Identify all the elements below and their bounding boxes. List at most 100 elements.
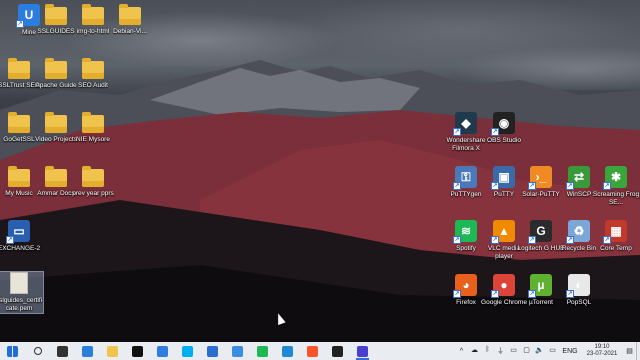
desktop-icon-obs[interactable]: ◉ ↗ OBS Studio bbox=[480, 112, 528, 145]
desktop-icon-label: SEO Audit bbox=[78, 82, 108, 89]
usb-icon[interactable]: ⏚ bbox=[494, 346, 507, 356]
taskbar-file-explorer[interactable] bbox=[100, 342, 125, 360]
taskbar-remote-desktop[interactable] bbox=[200, 342, 225, 360]
taskbar-notion[interactable] bbox=[125, 342, 150, 360]
ide-icon bbox=[357, 345, 368, 357]
taskbar-vscode[interactable] bbox=[275, 342, 300, 360]
desktop-icon-nie-mysore[interactable]: NIE Mysore bbox=[69, 112, 117, 144]
taskbar-github[interactable] bbox=[325, 342, 350, 360]
shortcut-arrow-icon: ↗ bbox=[603, 236, 611, 244]
notion-icon bbox=[132, 345, 143, 357]
taskbar-photos[interactable] bbox=[225, 342, 250, 360]
desktop-icon-label: Recycle Bin bbox=[561, 245, 597, 252]
desktop-icon-label: Core Temp bbox=[600, 245, 632, 252]
tray-overflow-chevron[interactable]: ^ bbox=[455, 348, 468, 355]
desktop-icon-label: My Music bbox=[5, 190, 33, 197]
core-temp-icon: ▦ ↗ bbox=[603, 220, 627, 244]
taskbar-explorer-photos[interactable] bbox=[75, 342, 100, 360]
vlc-icon: ▲ ↗ bbox=[491, 220, 515, 244]
shortcut-arrow-icon: ↗ bbox=[491, 236, 499, 244]
desktop-icon-label: sslguides_certificate.pem bbox=[0, 297, 43, 312]
folder-icon bbox=[82, 4, 104, 25]
folder-icon bbox=[107, 345, 118, 357]
utorrent-icon: µ ↗ bbox=[528, 274, 552, 298]
shortcut-arrow-icon: ↗ bbox=[453, 182, 461, 190]
github-icon bbox=[332, 345, 343, 357]
taskbar-skype[interactable] bbox=[175, 342, 200, 360]
putty-icon: ▣ ↗ bbox=[491, 166, 515, 190]
clock[interactable]: 19:10 23-07-2021 bbox=[581, 344, 623, 359]
obs-icon: ◉ ↗ bbox=[491, 112, 515, 136]
desktop-icon-screaming-frog[interactable]: ✱ ↗ Screaming Frog SE... bbox=[592, 166, 640, 207]
shortcut-arrow-icon: ↗ bbox=[603, 182, 611, 190]
taskbar-search[interactable] bbox=[25, 342, 50, 360]
exchange-2-icon: ▭ ↗ bbox=[6, 220, 30, 244]
desktop-icon-prev-year-pprs[interactable]: prev year pprs bbox=[69, 166, 117, 198]
skype-icon bbox=[182, 345, 193, 357]
shortcut-arrow-icon: ↗ bbox=[6, 236, 14, 244]
certificate-file-icon bbox=[10, 272, 28, 294]
input-language[interactable]: ENG bbox=[559, 348, 581, 355]
taskbar-brave[interactable] bbox=[300, 342, 325, 360]
desktop-icon-exchange-2[interactable]: ▭ ↗ EXCHANGE-2 bbox=[0, 220, 43, 253]
popsql-icon: ◐ ↗ bbox=[566, 274, 590, 298]
notification-icon[interactable]: ▤ bbox=[623, 347, 636, 355]
search-icon bbox=[33, 347, 42, 355]
shortcut-arrow-icon: ↗ bbox=[16, 20, 24, 28]
desktop-icon-label: WinSCP bbox=[566, 191, 592, 198]
shortcut-arrow-icon: ↗ bbox=[491, 128, 499, 136]
shortcut-arrow-icon: ↗ bbox=[566, 182, 574, 190]
spotify-icon bbox=[257, 345, 268, 357]
shortcut-arrow-icon: ↗ bbox=[566, 290, 574, 298]
bluetooth-icon[interactable]: ᛒ bbox=[481, 346, 494, 356]
folder-icon bbox=[45, 58, 67, 79]
taskbar: ^ ☁ ᛒ ⏚ ▭ ▢ 🔈 ▭ ENG 19:10 23-07-2021 ▤ bbox=[0, 342, 640, 360]
vscode-icon bbox=[282, 345, 293, 357]
display-icon[interactable]: ▢ bbox=[520, 346, 533, 356]
logitech-icon: G ↗ bbox=[528, 220, 552, 244]
clock-time: 19:10 bbox=[594, 343, 610, 350]
folder-icon bbox=[45, 112, 67, 133]
system-tray: ^ ☁ ᛒ ⏚ ▭ ▢ 🔈 ▭ ENG 19:10 23-07-2021 ▤ bbox=[455, 342, 640, 360]
cloud-icon[interactable]: ☁ bbox=[468, 346, 481, 356]
taskbar-task-view[interactable] bbox=[50, 342, 75, 360]
desktop-icon-label: Spotify bbox=[456, 245, 476, 252]
shortcut-arrow-icon: ↗ bbox=[491, 290, 499, 298]
desktop-icon-label: Screaming Frog SE... bbox=[592, 191, 640, 206]
folder-icon bbox=[8, 166, 30, 187]
shortcut-arrow-icon: ↗ bbox=[491, 182, 499, 190]
network-icon[interactable]: ▭ bbox=[507, 346, 520, 356]
shortcut-arrow-icon: ↗ bbox=[566, 236, 574, 244]
folder-icon bbox=[82, 112, 104, 133]
desktop-icon-label: prev year pprs bbox=[72, 190, 114, 197]
desktop-icon-popsql[interactable]: ◐ ↗ PopSQL bbox=[555, 274, 603, 307]
shortcut-arrow-icon: ↗ bbox=[453, 236, 461, 244]
folder-icon bbox=[82, 166, 104, 187]
desktop-icon-debian-vi[interactable]: Debian-Vi... bbox=[106, 4, 154, 36]
speaker-icon[interactable]: 🔈 bbox=[533, 346, 546, 356]
folder-icon bbox=[8, 58, 30, 79]
taskbar-start[interactable] bbox=[0, 342, 25, 360]
desktop-icon-label: PuTTY bbox=[493, 191, 515, 198]
clock-date: 23-07-2021 bbox=[586, 351, 618, 357]
photos-icon bbox=[82, 345, 93, 357]
desktop-icon-seo-audit[interactable]: SEO Audit bbox=[69, 58, 117, 90]
taskbar-spotify[interactable] bbox=[250, 342, 275, 360]
remote-desktop-icon bbox=[207, 345, 218, 357]
mail-icon bbox=[157, 345, 168, 357]
shortcut-arrow-icon: ↗ bbox=[528, 236, 536, 244]
chat-icon[interactable]: ▭ bbox=[546, 346, 559, 356]
desktop-icon-label: OBS Studio bbox=[487, 137, 521, 144]
folder-icon bbox=[8, 112, 30, 133]
taskbar-mail[interactable] bbox=[150, 342, 175, 360]
windows-icon bbox=[7, 345, 18, 357]
winscp-icon: ⇄ ↗ bbox=[566, 166, 590, 190]
show-desktop-button[interactable] bbox=[636, 342, 640, 360]
solar-putty-icon: ›_ ↗ bbox=[528, 166, 552, 190]
desktop-icon-sslguides-cert[interactable]: sslguides_certificate.pem bbox=[0, 271, 44, 314]
brave-icon bbox=[307, 345, 318, 357]
taskbar-pycharm[interactable] bbox=[350, 342, 375, 360]
shortcut-arrow-icon: ↗ bbox=[528, 182, 536, 190]
desktop-icon-core-temp[interactable]: ▦ ↗ Core Temp bbox=[592, 220, 640, 253]
chrome-icon: ● ↗ bbox=[491, 274, 515, 298]
